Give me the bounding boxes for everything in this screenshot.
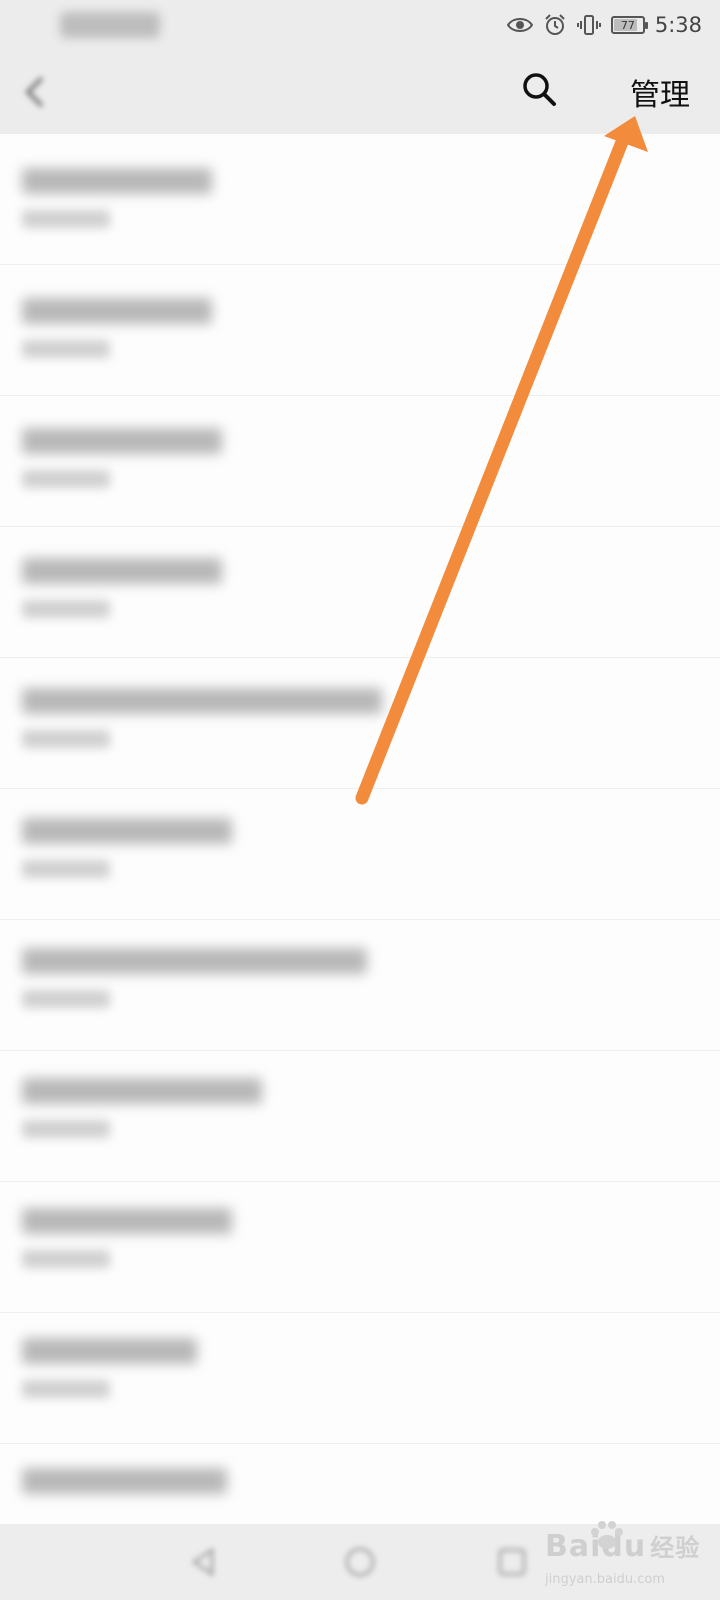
list-item[interactable] — [0, 658, 720, 789]
baidu-watermark: Baidu 经验 jingyan.baidu.com — [545, 1521, 715, 1592]
paw-logo-icon — [591, 1521, 623, 1549]
nav-back-icon[interactable] — [186, 1544, 222, 1580]
battery-indicator: 77 — [610, 16, 648, 34]
watermark-url: jingyan.baidu.com — [545, 1572, 665, 1587]
list-item[interactable] — [0, 1051, 720, 1182]
item-list — [0, 134, 720, 1524]
list-item[interactable] — [0, 265, 720, 396]
nav-home-icon[interactable] — [342, 1544, 378, 1580]
battery-level: 77 — [620, 18, 635, 32]
app-header: 管理 — [0, 50, 720, 134]
status-icons: 77 5:38 — [506, 10, 702, 40]
status-bar: 77 5:38 — [0, 0, 720, 50]
list-item[interactable] — [0, 1313, 720, 1444]
list-item[interactable] — [0, 527, 720, 658]
vibrate-icon — [576, 15, 601, 35]
status-time: 5:38 — [654, 13, 702, 37]
search-icon[interactable] — [520, 70, 560, 110]
list-item[interactable] — [0, 920, 720, 1051]
watermark-suffix-text: 经验 — [650, 1534, 701, 1562]
list-item[interactable] — [0, 396, 720, 527]
eye-icon — [506, 18, 533, 32]
list-item[interactable] — [0, 134, 720, 265]
nav-recents-icon[interactable] — [494, 1544, 530, 1580]
list-item[interactable] — [0, 1444, 720, 1524]
alarm-icon — [545, 14, 565, 35]
list-item[interactable] — [0, 1182, 720, 1313]
list-item[interactable] — [0, 789, 720, 920]
back-arrow-icon[interactable] — [20, 72, 50, 112]
manage-button[interactable]: 管理 — [630, 70, 690, 114]
carrier-label — [60, 12, 160, 38]
